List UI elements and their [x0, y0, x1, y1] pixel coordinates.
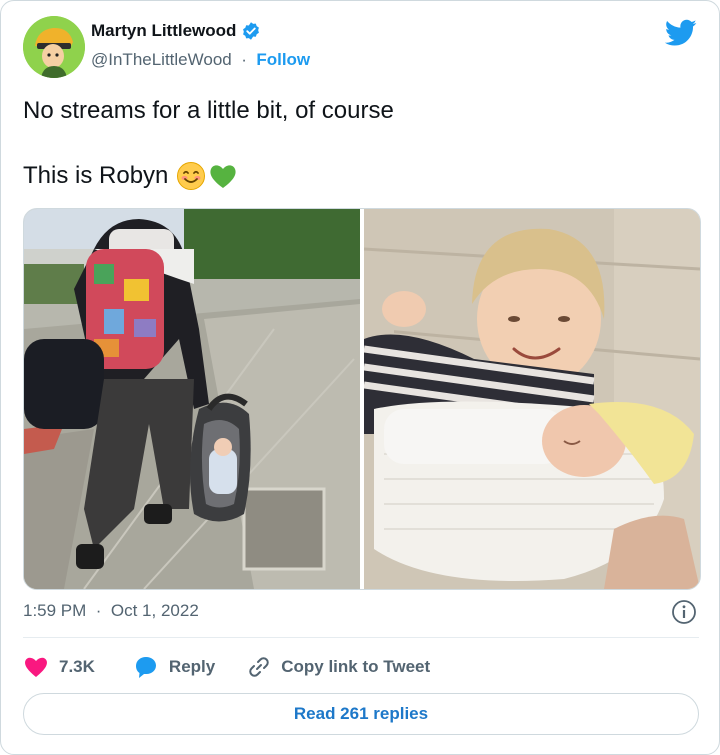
heart-icon — [25, 657, 47, 677]
author-name[interactable]: Martyn Littlewood — [91, 21, 236, 41]
read-replies-button[interactable]: Read 261 replies — [23, 693, 699, 735]
divider — [23, 637, 699, 638]
photo-toddler-with-newborn[interactable] — [364, 209, 700, 589]
tweet-time[interactable]: 1:59 PM — [23, 601, 86, 620]
like-button[interactable]: 7.3K — [23, 655, 95, 679]
smiling-face-emoji-icon — [177, 162, 206, 190]
green-heart-emoji-icon — [210, 165, 236, 188]
like-count: 7.3K — [59, 657, 95, 676]
timestamp-separator: · — [91, 601, 107, 620]
tweet-timestamp: 1:59 PM · Oct 1, 2022 — [23, 601, 199, 621]
avatar[interactable] — [23, 16, 85, 78]
info-icon[interactable] — [671, 599, 697, 625]
tweet-text-line-1: No streams for a little bit, of course — [23, 97, 394, 124]
reply-label: Reply — [168, 657, 216, 676]
tweet-date[interactable]: Oct 1, 2022 — [111, 601, 199, 620]
action-bar: 7.3K Reply Copy link to Tweet — [23, 651, 430, 683]
speech-bubble-icon — [135, 657, 156, 678]
twitter-bird-icon[interactable] — [665, 19, 697, 47]
reply-button[interactable]: Reply — [133, 655, 215, 679]
verified-badge-icon — [243, 22, 260, 40]
copy-link-label: Copy link to Tweet — [281, 657, 431, 676]
link-icon — [249, 657, 269, 677]
photo-walking-with-baby-carrier[interactable] — [24, 209, 360, 589]
tweet-text-line-2: This is Robyn — [23, 162, 169, 189]
copy-link-button[interactable]: Copy link to Tweet — [247, 655, 430, 679]
follow-button[interactable]: Follow — [256, 50, 310, 69]
tweet-media[interactable] — [23, 208, 701, 590]
tweet-card: Martyn Littlewood @InTheLittleWood · Fol… — [0, 0, 720, 755]
handle-separator: · — [236, 50, 252, 69]
author-handle[interactable]: @InTheLittleWood — [91, 50, 232, 69]
